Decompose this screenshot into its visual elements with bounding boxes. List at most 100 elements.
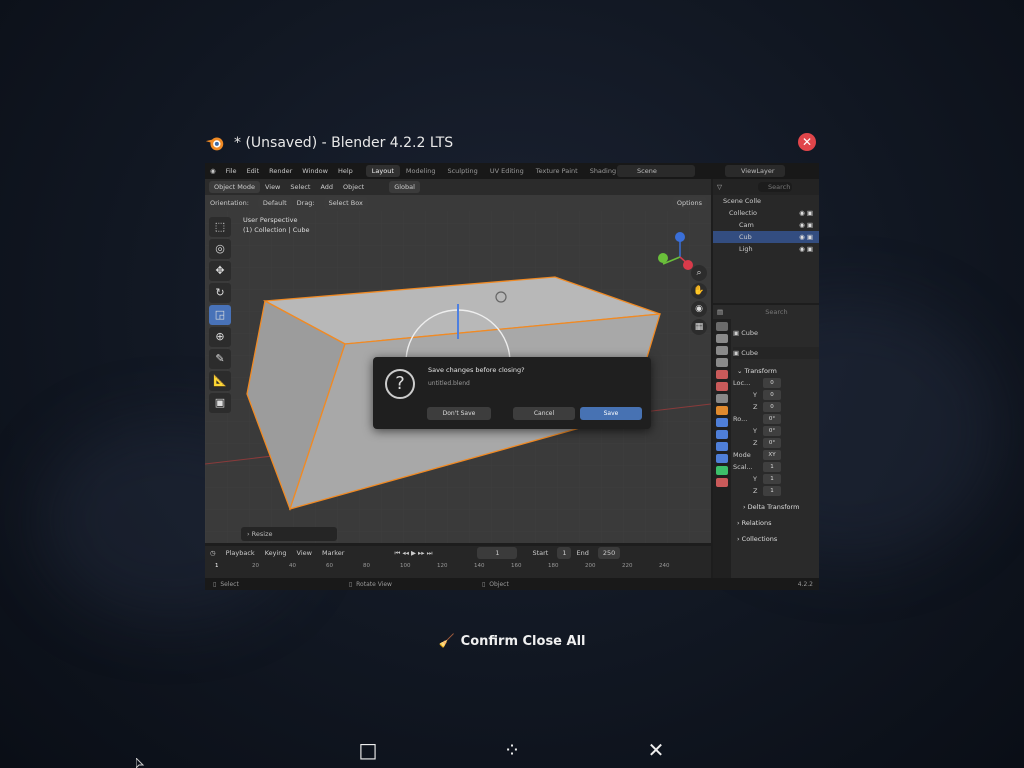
object-name-row: ▣ Cube xyxy=(733,329,759,337)
menu-file[interactable]: File xyxy=(221,167,242,175)
timeline-ruler[interactable]: 1 20 40 60 80 100 120 140 160 180 200 22… xyxy=(205,560,711,572)
tab-texture-paint[interactable]: Texture Paint xyxy=(530,165,584,177)
outliner-row[interactable]: Cam ◉ ▣ xyxy=(713,219,819,231)
resize-operator-panel[interactable]: › Resize xyxy=(241,527,337,541)
output-tab-icon[interactable] xyxy=(716,346,728,355)
collections-section[interactable]: › Collections xyxy=(733,533,819,545)
scale-x-field[interactable]: 1 xyxy=(763,462,781,472)
ruler-tick: 1 xyxy=(215,563,219,569)
mouse-left-icon: ▯ xyxy=(213,580,217,588)
data-name-field[interactable]: ▣ Cube xyxy=(733,347,819,359)
tab-modeling[interactable]: Modeling xyxy=(400,165,442,177)
save-button[interactable]: Save xyxy=(580,407,642,420)
menu-playback[interactable]: Playback xyxy=(221,549,260,557)
rotation-y-field[interactable]: 0° xyxy=(763,426,781,436)
menu-marker[interactable]: Marker xyxy=(317,549,349,557)
delta-transform-section[interactable]: › Delta Transform xyxy=(733,501,819,513)
scale-y-field[interactable]: 1 xyxy=(763,474,781,484)
location-z-field[interactable]: 0 xyxy=(763,402,781,412)
tab-layout[interactable]: Layout xyxy=(365,165,400,177)
blender-menu-icon[interactable]: ◉ xyxy=(205,167,221,175)
cancel-button[interactable]: Cancel xyxy=(513,407,575,420)
move-icon[interactable]: ⁘ xyxy=(500,738,524,762)
editor-type-icon[interactable]: ▤ xyxy=(717,308,723,316)
scale-y-row: Y1 xyxy=(733,473,819,485)
mouse-cursor-icon xyxy=(136,758,145,768)
close-icon[interactable]: ✕ xyxy=(644,738,668,762)
broom-icon: 🧹 xyxy=(438,634,455,649)
scale-z-field[interactable]: 1 xyxy=(763,486,781,496)
rotation-x-field[interactable]: 0° xyxy=(763,414,781,424)
visibility-icons[interactable]: ◉ ▣ xyxy=(799,231,813,243)
scene-selector[interactable]: Scene xyxy=(617,165,695,177)
playback-controls[interactable]: ⏮ ◂◂ ▶ ▸▸ ⏭ xyxy=(389,549,437,558)
rotation-z-field[interactable]: 0° xyxy=(763,438,781,448)
view-layer-selector[interactable]: ViewLayer xyxy=(725,165,785,177)
start-frame-field[interactable]: 1 xyxy=(557,547,572,559)
current-frame-field[interactable]: 1 xyxy=(477,547,518,559)
tab-sculpting[interactable]: Sculpting xyxy=(441,165,483,177)
tool-tab-icon[interactable] xyxy=(716,322,728,331)
save-changes-dialog: ? Save changes before closing? untitled.… xyxy=(373,357,651,429)
rotate-tool-icon[interactable]: ↻ xyxy=(209,283,231,303)
timeline-editor-icon[interactable]: ◷ xyxy=(205,549,221,557)
measure-tool-icon[interactable]: 📐 xyxy=(209,371,231,391)
scene-tab-icon[interactable] xyxy=(716,370,728,379)
location-y-field[interactable]: 0 xyxy=(763,390,781,400)
blender-logo-icon xyxy=(205,137,224,151)
object-tab-icon[interactable] xyxy=(716,406,728,415)
rotation-mode-select[interactable]: XY xyxy=(763,450,781,460)
maximize-icon[interactable]: □ xyxy=(356,738,380,762)
outliner-row[interactable]: Collectio ◉ ▣ xyxy=(713,207,819,219)
dialog-filename: untitled.blend xyxy=(428,380,470,387)
annotate-tool-icon[interactable]: ✎ xyxy=(209,349,231,369)
constraints-tab-icon[interactable] xyxy=(716,454,728,463)
render-tab-icon[interactable] xyxy=(716,334,728,343)
outliner-row[interactable]: Scene Colle xyxy=(713,195,819,207)
relations-section[interactable]: › Relations xyxy=(733,517,819,529)
ruler-tick: 240 xyxy=(659,563,670,569)
menu-edit[interactable]: Edit xyxy=(242,167,265,175)
end-frame-field[interactable]: 250 xyxy=(597,547,621,559)
outliner-row[interactable]: Ligh ◉ ▣ xyxy=(713,243,819,255)
scale-x-row: Scal... 1 xyxy=(733,461,819,473)
tab-uv-editing[interactable]: UV Editing xyxy=(484,165,530,177)
menu-help[interactable]: Help xyxy=(333,167,358,175)
pan-hand-icon[interactable]: ✋ xyxy=(691,283,707,299)
cursor-tool-icon[interactable]: ◎ xyxy=(209,239,231,259)
filter-icon[interactable]: ▽ xyxy=(717,183,722,191)
outliner-search[interactable]: Search xyxy=(758,182,792,192)
ruler-tick: 180 xyxy=(548,563,559,569)
3d-viewport[interactable]: Object Mode View Select Add Object Globa… xyxy=(205,179,711,543)
grid-toggle-icon[interactable]: ▦ xyxy=(691,319,707,335)
collection-tab-icon[interactable] xyxy=(716,394,728,403)
view-layer-tab-icon[interactable] xyxy=(716,358,728,367)
modifier-tab-icon[interactable] xyxy=(716,418,728,427)
particles-tab-icon[interactable] xyxy=(716,430,728,439)
menu-render[interactable]: Render xyxy=(264,167,297,175)
resize-panel-label: Resize xyxy=(251,530,273,538)
material-tab-icon[interactable] xyxy=(716,478,728,487)
viewport-info: User Perspective (1) Collection | Cube xyxy=(243,215,310,235)
move-tool-icon[interactable]: ✥ xyxy=(209,261,231,281)
menu-timeline-view[interactable]: View xyxy=(292,549,317,557)
close-window-icon[interactable]: ✕ xyxy=(798,133,816,151)
menu-keying[interactable]: Keying xyxy=(260,549,292,557)
menu-window[interactable]: Window xyxy=(297,167,333,175)
world-tab-icon[interactable] xyxy=(716,382,728,391)
location-x-field[interactable]: 0 xyxy=(763,378,781,388)
data-tab-icon[interactable] xyxy=(716,466,728,475)
zoom-icon[interactable]: ⌕ xyxy=(691,265,707,281)
transform-tool-icon[interactable]: ⊕ xyxy=(209,327,231,347)
camera-view-icon[interactable]: ◉ xyxy=(691,301,707,317)
visibility-icons[interactable]: ◉ ▣ xyxy=(799,219,813,231)
visibility-icons[interactable]: ◉ ▣ xyxy=(799,243,813,255)
visibility-icons[interactable]: ◉ ▣ xyxy=(799,207,813,219)
transform-section[interactable]: ⌄ Transform xyxy=(733,365,819,377)
scale-tool-icon[interactable]: ◲ xyxy=(209,305,231,325)
select-tool-icon[interactable]: ⬚ xyxy=(209,217,231,237)
add-cube-tool-icon[interactable]: ▣ xyxy=(209,393,231,413)
outliner-row[interactable]: Cub ◉ ▣ xyxy=(713,231,819,243)
dont-save-button[interactable]: Don't Save xyxy=(427,407,491,420)
physics-tab-icon[interactable] xyxy=(716,442,728,451)
